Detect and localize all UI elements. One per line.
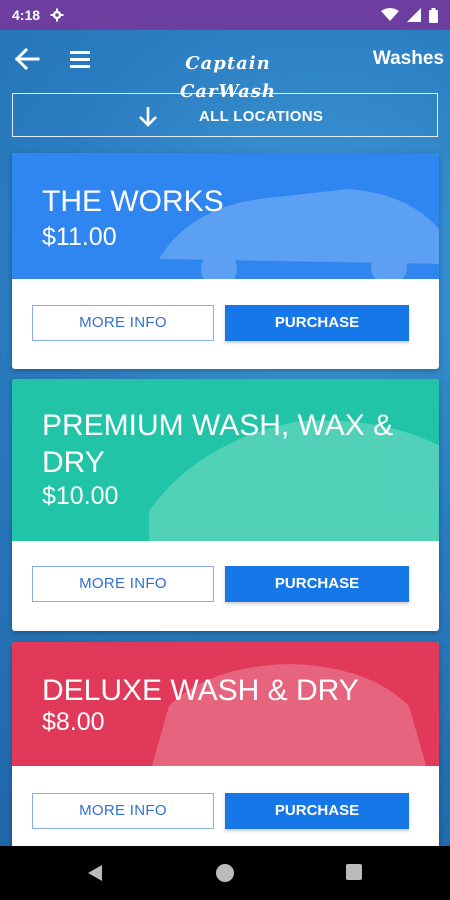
wifi-icon [381,8,399,21]
hamburger-menu-icon[interactable] [68,48,92,70]
nav-recents-icon[interactable] [346,864,362,880]
battery-icon [429,7,438,23]
status-time: 4:18 [12,7,41,23]
all-locations-button[interactable]: ALL LOCATIONS [12,93,438,137]
wash-name: PREMIUM WASH, WAX & DRY [42,409,394,479]
wash-name: THE WORKS [42,185,224,218]
more-info-button[interactable]: MORE INFO [32,305,214,341]
wash-card-hero: PREMIUM WASH, WAX & DRY $10.00 [12,379,439,541]
status-bar: 4:18 [0,0,450,30]
wash-card: DELUXE WASH & DRY $8.00 MORE INFO PURCHA… [12,642,439,852]
purchase-button[interactable]: PURCHASE [225,793,409,829]
wash-actions: MORE INFO PURCHASE [12,541,439,631]
brand-logo: Captain CarWash [179,53,276,102]
wash-card: THE WORKS $11.00 MORE INFO PURCHASE [12,153,439,369]
purchase-button[interactable]: PURCHASE [225,566,409,602]
more-info-button[interactable]: MORE INFO [32,793,214,829]
settings-icon [50,8,64,22]
wash-price: $11.00 [42,223,117,251]
app-bar: Captain CarWash Washes [0,30,450,102]
page-title: Washes [372,48,444,69]
back-arrow-icon[interactable] [14,48,40,70]
system-nav-bar [0,846,450,900]
more-info-button[interactable]: MORE INFO [32,566,214,602]
all-locations-label: ALL LOCATIONS [199,108,324,125]
wash-actions: MORE INFO PURCHASE [12,279,439,369]
arrow-down-icon [139,107,157,127]
wash-actions: MORE INFO PURCHASE [12,766,439,852]
wash-price: $10.00 [42,482,119,510]
signal-icon [407,8,421,22]
wash-card-hero: THE WORKS $11.00 [12,153,439,279]
wash-card: PREMIUM WASH, WAX & DRY $10.00 MORE INFO… [12,379,439,631]
purchase-button[interactable]: PURCHASE [225,305,409,341]
nav-home-icon[interactable] [216,864,234,882]
nav-back-icon[interactable] [86,864,104,882]
wash-name: DELUXE WASH & DRY [42,674,359,707]
wash-card-hero: DELUXE WASH & DRY $8.00 [12,642,439,766]
wash-price: $8.00 [42,708,105,736]
